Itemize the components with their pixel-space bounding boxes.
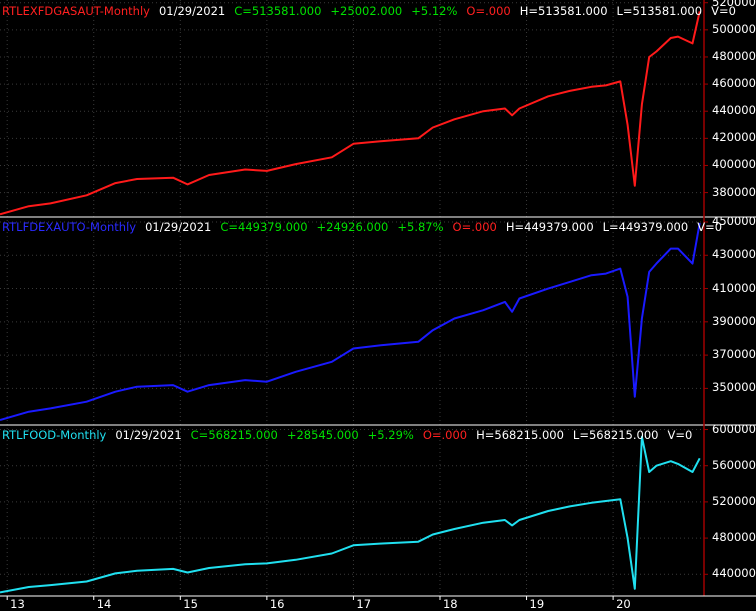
panel-3-change: +28545.000 bbox=[286, 428, 359, 442]
grid-layer bbox=[0, 0, 704, 596]
panel-2-header: RTLFDEXAUTO-Monthly 01/29/2021 C=449379.00… bbox=[2, 220, 731, 234]
panel-1-header: RTLEXFDGASAUT-Monthly 01/29/2021 C=513581.… bbox=[2, 4, 745, 18]
x-tick-label: 15 bbox=[183, 597, 198, 611]
panel-3-volume: V=0 bbox=[667, 428, 693, 442]
panel-3-low: L=568215.000 bbox=[572, 428, 659, 442]
panel-1-open: O=.000 bbox=[466, 4, 511, 18]
panel-3-header: RTLFOOD-Monthly 01/29/2021 C=568215.000 +28… bbox=[2, 428, 701, 442]
x-tick-label: 14 bbox=[96, 597, 112, 611]
panel-3-open: O=.000 bbox=[422, 428, 468, 442]
y-tick-label: 400000. bbox=[712, 157, 756, 172]
series-line-3 bbox=[0, 435, 701, 594]
panel-1-pct: +5.12% bbox=[411, 4, 458, 18]
panel-3-date: 01/29/2021 bbox=[115, 428, 182, 442]
y-tick-label: 500000. bbox=[712, 21, 756, 36]
panel-2-change: +24926.000 bbox=[316, 220, 389, 234]
chart-canvas bbox=[0, 0, 756, 600]
x-tick-label: 19 bbox=[529, 597, 545, 611]
y-tick-label: 430000. bbox=[712, 247, 756, 262]
y-tick-label: 600000. bbox=[712, 421, 756, 436]
y-tick-label: 350000. bbox=[712, 380, 756, 395]
panel-2-close: C=449379.000 bbox=[220, 220, 308, 234]
y-tick-label: 450000. bbox=[712, 213, 756, 228]
x-tick-label: 17 bbox=[356, 597, 372, 611]
y-tick-label: 480000. bbox=[712, 48, 756, 63]
y-tick-label: 440000. bbox=[712, 566, 756, 581]
panel-1-date: 01/29/2021 bbox=[158, 4, 226, 18]
panel-3-high: H=568215.000 bbox=[476, 428, 564, 442]
panel-2-high: H=449379.000 bbox=[505, 220, 594, 234]
panel-1-high: H=513581.000 bbox=[519, 4, 608, 18]
panel-3-symbol: RTLFOOD-Monthly bbox=[2, 428, 107, 442]
panel-1-symbol: RTLEXFDGASAUT-Monthly bbox=[2, 4, 150, 18]
panel-2-pct: +5.87% bbox=[397, 220, 444, 234]
y-tick-label: 440000. bbox=[712, 103, 756, 118]
x-tick-label: 16 bbox=[269, 597, 285, 611]
y-tick-label: 460000. bbox=[712, 76, 756, 91]
panel-1-low: L=513581.000 bbox=[616, 4, 703, 18]
y-tick-label: 390000. bbox=[712, 313, 756, 328]
x-tick-label: 13 bbox=[10, 597, 25, 611]
y-tick-label: 520000. bbox=[712, 0, 756, 9]
y-tick-label: 410000. bbox=[712, 280, 756, 295]
y-tick-label: 380000. bbox=[712, 184, 756, 199]
panel-1-change: +25002.000 bbox=[330, 4, 403, 18]
y-tick-label: 420000. bbox=[712, 130, 756, 145]
y-tick-label: 520000. bbox=[712, 493, 756, 508]
y-tick-label: 560000. bbox=[712, 457, 756, 472]
y-tick-label: 370000. bbox=[712, 347, 756, 362]
panel-2-date: 01/29/2021 bbox=[145, 220, 212, 234]
y-tick-label: 480000. bbox=[712, 530, 756, 545]
panel-2-open: O=.000 bbox=[452, 220, 497, 234]
panel-3-pct: +5.29% bbox=[367, 428, 414, 442]
x-tick-label: 20 bbox=[616, 597, 631, 611]
panel-2-low: L=449379.000 bbox=[602, 220, 689, 234]
series-layer bbox=[0, 11, 701, 594]
frame-layer bbox=[0, 0, 756, 600]
panel-3-close: C=568215.000 bbox=[190, 428, 278, 442]
panel-2-symbol: RTLFDEXAUTO-Monthly bbox=[2, 220, 137, 234]
x-tick-label: 18 bbox=[442, 597, 458, 611]
panel-1-close: C=513581.000 bbox=[234, 4, 322, 18]
series-line-1 bbox=[0, 11, 701, 216]
